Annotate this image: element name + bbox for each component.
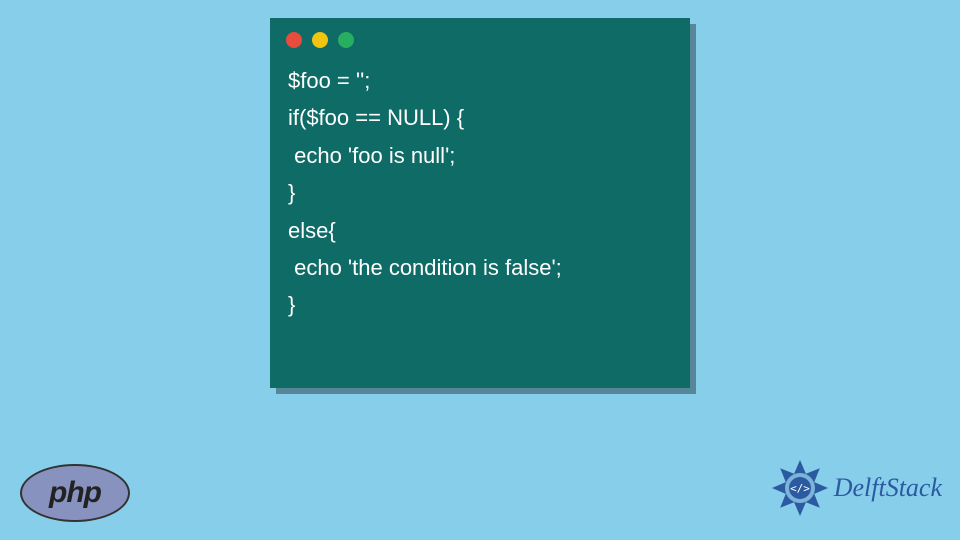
maximize-icon (338, 32, 354, 48)
code-line: $foo = ''; (288, 62, 672, 99)
php-logo-text: php (49, 476, 101, 510)
code-window: $foo = '';if($foo == NULL) { echo 'foo i… (270, 18, 690, 388)
code-line: else{ (288, 212, 672, 249)
minimize-icon (312, 32, 328, 48)
delftstack-logo: </> DelftStack (770, 458, 942, 518)
code-content: $foo = '';if($foo == NULL) { echo 'foo i… (270, 58, 690, 342)
code-line: echo 'the condition is false'; (288, 249, 672, 286)
svg-text:</>: </> (790, 482, 810, 495)
window-title-bar (270, 18, 690, 58)
close-icon (286, 32, 302, 48)
delftstack-logo-text: DelftStack (834, 473, 942, 503)
php-logo-ellipse: php (20, 464, 130, 522)
code-line: echo 'foo is null'; (288, 137, 672, 174)
code-line: } (288, 174, 672, 211)
php-logo: php (20, 464, 130, 522)
delftstack-rosette-icon: </> (770, 458, 830, 518)
code-line: } (288, 286, 672, 323)
code-line: if($foo == NULL) { (288, 99, 672, 136)
